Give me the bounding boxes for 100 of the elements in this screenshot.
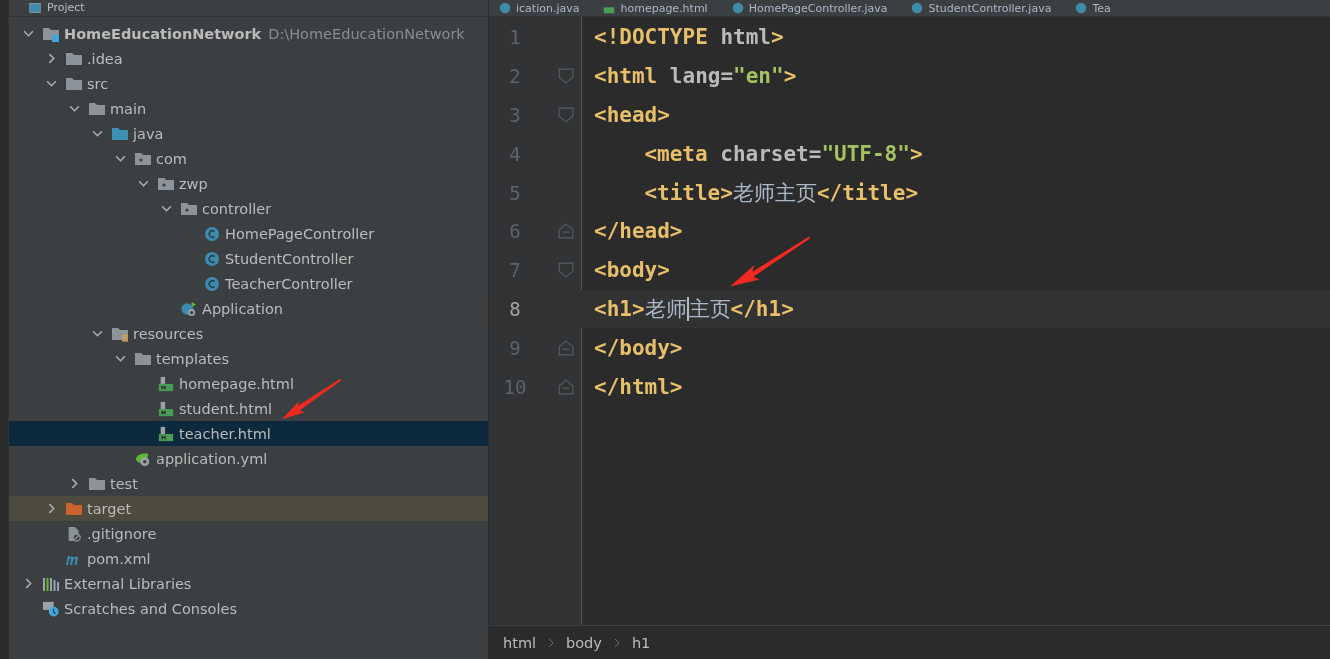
code-line: <meta charset="UTF-8"> [643, 141, 923, 166]
code-line: </head> [594, 219, 683, 244]
editor-tab[interactable]: ication.java [489, 0, 594, 16]
tree-item[interactable]: StudentController [9, 246, 488, 271]
item-label: target [87, 500, 132, 517]
resources-folder-icon [111, 325, 129, 342]
html-file-icon [157, 375, 175, 392]
tree-item[interactable]: resources [9, 321, 488, 346]
expanded-chevron-icon[interactable] [115, 153, 126, 164]
collapsed-chevron-icon[interactable] [69, 478, 80, 489]
folder-icon [88, 475, 106, 492]
scratches-icon [42, 600, 60, 617]
item-label: homepage.html [179, 375, 294, 392]
expanded-chevron-icon[interactable] [115, 353, 126, 364]
class-icon [203, 250, 221, 267]
class-icon [731, 2, 744, 14]
tree-item[interactable]: External Libraries [9, 571, 488, 596]
collapsed-chevron-icon[interactable] [46, 53, 57, 64]
tree-item[interactable]: student.html [9, 396, 488, 421]
module-folder-icon [42, 25, 60, 42]
tree-item[interactable]: teacher.html [9, 421, 488, 446]
item-label: teacher.html [179, 425, 271, 442]
tree-item[interactable]: controller [9, 196, 488, 221]
tree-item[interactable]: main [9, 96, 488, 121]
tree-item[interactable]: HomeEducationNetwork D:\HomeEducationNetwork [9, 21, 488, 46]
expanded-chevron-icon[interactable] [138, 178, 149, 189]
tree-item[interactable]: java [9, 121, 488, 146]
tree-item[interactable]: HomePageController [9, 221, 488, 246]
fold-marker-icon[interactable] [557, 262, 574, 279]
html-file-icon [157, 425, 175, 442]
package-icon [180, 200, 198, 217]
tree-item[interactable]: src [9, 71, 488, 96]
editor-tab[interactable]: HomePageController.java [721, 0, 902, 16]
fold-marker-icon[interactable] [557, 339, 574, 356]
panel-icon [29, 2, 41, 14]
expanded-chevron-icon[interactable] [161, 203, 172, 214]
expanded-chevron-icon[interactable] [69, 103, 80, 114]
folder-icon [111, 125, 129, 142]
expanded-chevron-icon[interactable] [46, 78, 57, 89]
html-file-icon [157, 400, 175, 417]
tree-item[interactable]: .gitignore [9, 521, 488, 546]
tree-item[interactable]: zwp [9, 171, 488, 196]
item-label: student.html [179, 400, 273, 417]
item-label: HomeEducationNetwork [64, 25, 262, 42]
chevron-icon [613, 637, 620, 648]
expanded-chevron-icon[interactable] [92, 328, 103, 339]
code-line: <body> [594, 258, 670, 283]
folder-icon [65, 75, 83, 92]
item-label: Application [202, 300, 284, 317]
item-label: TeacherController [225, 275, 353, 292]
tree-item[interactable]: test [9, 471, 488, 496]
tree-item[interactable]: Scratches and Consoles [9, 596, 488, 621]
tree-item[interactable]: com [9, 146, 488, 171]
collapsed-chevron-icon[interactable] [23, 578, 34, 589]
class-icon [1075, 2, 1088, 14]
expanded-chevron-icon[interactable] [92, 128, 103, 139]
panel-title[interactable]: Project [47, 1, 85, 15]
item-label: HomePageController [225, 225, 375, 242]
item-label: main [110, 100, 147, 117]
editor-tab[interactable]: Tea [1065, 0, 1125, 16]
fold-marker-icon[interactable] [557, 68, 574, 85]
tree-item[interactable]: homepage.html [9, 371, 488, 396]
expanded-chevron-icon[interactable] [23, 28, 34, 39]
tree-item[interactable]: TeacherController [9, 271, 488, 296]
class-icon [911, 2, 924, 14]
breadcrumb[interactable]: html [503, 634, 537, 651]
fold-marker-icon[interactable] [557, 378, 574, 395]
item-label: resources [133, 325, 204, 342]
collapsed-chevron-icon[interactable] [46, 503, 57, 514]
item-label: java [133, 125, 164, 142]
item-label: External Libraries [64, 575, 192, 592]
tree-item[interactable]: Application [9, 296, 488, 321]
item-label: application.yml [156, 450, 268, 467]
chevron-icon [548, 637, 555, 648]
tree-item[interactable]: .idea [9, 46, 488, 71]
item-label: test [110, 475, 138, 492]
item-label: zwp [179, 175, 208, 192]
spring-config-icon [134, 450, 152, 467]
item-label: pom.xml [87, 550, 151, 567]
fold-marker-icon[interactable] [557, 107, 574, 123]
folder-icon [65, 500, 83, 517]
breadcrumb[interactable]: body [566, 634, 602, 651]
item-label: templates [156, 350, 229, 367]
item-label: controller [202, 200, 272, 217]
tree-item[interactable]: templates [9, 346, 488, 371]
fold-marker-icon[interactable] [557, 223, 574, 240]
tree-item[interactable]: application.yml [9, 446, 488, 471]
tree-item[interactable]: target [9, 496, 488, 521]
project-path: D:\HomeEducationNetwork [268, 25, 465, 42]
editor-tab[interactable]: StudentController.java [901, 0, 1066, 16]
folder-icon [65, 50, 83, 67]
folder-icon [134, 350, 152, 367]
tree-item[interactable]: pom.xml [9, 546, 488, 571]
code-line: </body> [594, 335, 683, 360]
code-line: <html lang="en"> [594, 64, 797, 89]
breadcrumb[interactable]: h1 [631, 634, 651, 651]
code-line: <h1>老师主页</h1> [594, 295, 794, 323]
class-icon [203, 275, 221, 292]
code-line: <title>老师主页</title> [643, 179, 919, 207]
editor-tab[interactable]: homepage.html [593, 0, 722, 16]
